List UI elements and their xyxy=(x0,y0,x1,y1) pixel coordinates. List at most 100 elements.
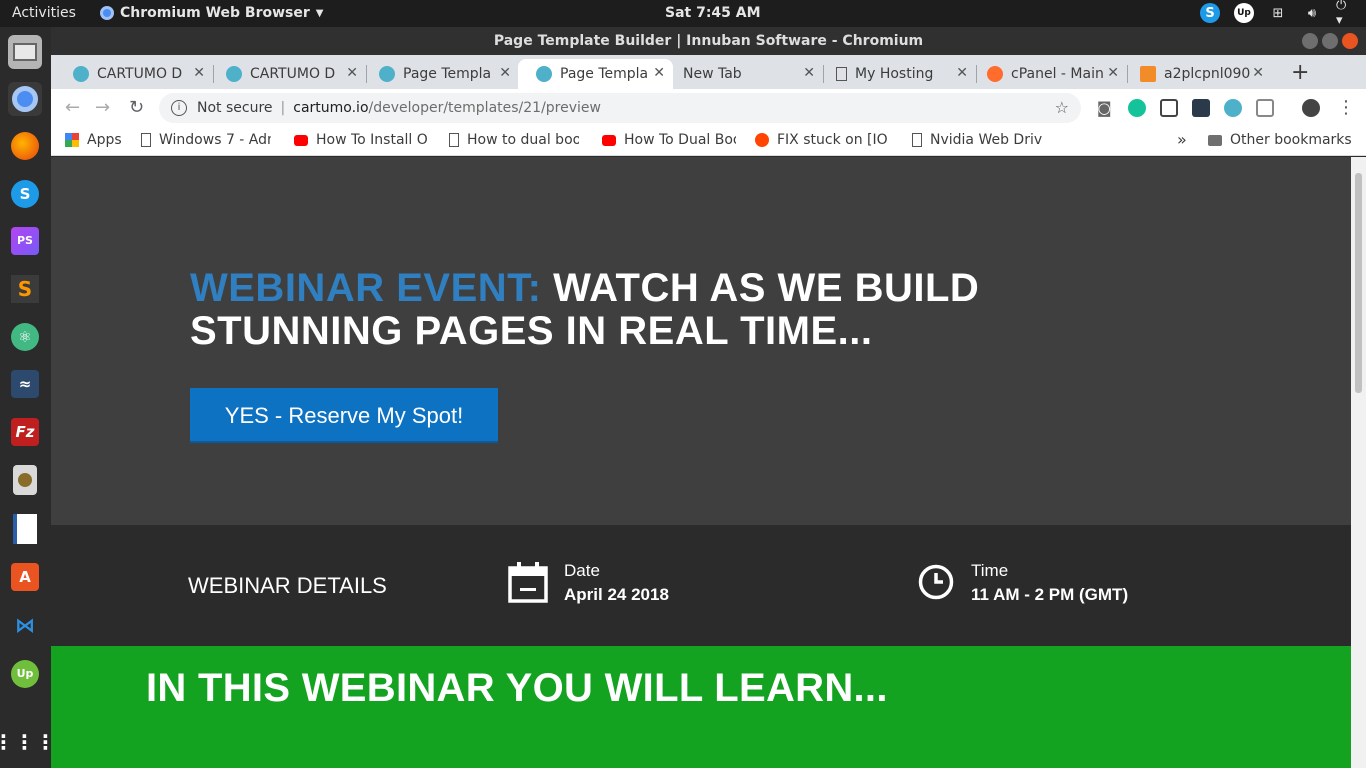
cartumo-favicon-icon xyxy=(226,66,242,82)
page-icon xyxy=(912,133,922,147)
menu-kebab-icon[interactable]: ⋮ xyxy=(1337,97,1355,118)
dock: S PS S ⚛ ≈ Fz A ⋈ Up ⋮⋮⋮ xyxy=(0,27,56,768)
cast-icon[interactable] xyxy=(1256,99,1274,117)
calendar-icon xyxy=(508,562,548,603)
hero-title-line2: STUNNING PAGES IN REAL TIME... xyxy=(190,309,873,353)
learn-heading: IN THIS WEBINAR YOU WILL LEARN... xyxy=(146,666,888,710)
grammarly-icon[interactable] xyxy=(1128,99,1146,117)
not-secure-label: Not secure xyxy=(197,100,273,116)
vscode-icon[interactable]: ⋈ xyxy=(8,608,42,642)
skype-icon[interactable]: S xyxy=(1200,3,1220,23)
tab-cartumo-1[interactable]: CARTUMO D ✕ xyxy=(55,59,213,89)
cartumo-favicon-icon xyxy=(73,66,89,82)
profile-avatar[interactable] xyxy=(1302,99,1320,117)
bookmark-item[interactable]: Windows 7 - Adm xyxy=(141,132,271,148)
close-icon[interactable]: ✕ xyxy=(193,65,205,81)
tab-my-hosting[interactable]: My Hosting ✕ xyxy=(818,59,976,89)
tab-page-template-1[interactable]: Page Templa ✕ xyxy=(361,59,519,89)
show-apps-icon[interactable]: ⋮⋮⋮ xyxy=(0,725,56,759)
close-icon[interactable]: ✕ xyxy=(803,65,815,81)
maximize-button[interactable] xyxy=(1322,33,1338,49)
extension-dark-icon[interactable] xyxy=(1192,99,1210,117)
bookmark-apps[interactable]: Apps xyxy=(65,132,122,148)
other-bookmarks[interactable]: Other bookmarks xyxy=(1208,132,1352,148)
apps-grid-icon xyxy=(65,133,79,147)
url-host: cartumo.io xyxy=(293,100,369,116)
firefox-icon[interactable] xyxy=(8,129,42,163)
date-text: Date April 24 2018 xyxy=(564,561,669,605)
atom-icon[interactable]: ⚛ xyxy=(8,320,42,354)
new-tab-plus-icon[interactable]: + xyxy=(1291,60,1309,85)
close-icon[interactable]: ✕ xyxy=(1107,65,1119,81)
time-info: Time 11 AM - 2 PM (GMT) xyxy=(917,561,1128,605)
omnibox-divider: | xyxy=(280,100,286,116)
close-icon[interactable]: ✕ xyxy=(346,65,358,81)
chromium-icon[interactable] xyxy=(8,82,42,116)
time-value: 11 AM - 2 PM (GMT) xyxy=(971,585,1129,604)
minimize-button[interactable] xyxy=(1302,33,1318,49)
bookmark-item[interactable]: How To Dual Boo xyxy=(602,132,736,148)
cpanel-icon xyxy=(987,66,1003,82)
close-window-button[interactable] xyxy=(1342,33,1358,49)
info-icon[interactable]: i xyxy=(171,100,187,116)
network-icon[interactable]: ⊞ xyxy=(1268,3,1288,23)
page-scrollbar[interactable] xyxy=(1351,157,1366,768)
chromium-icon xyxy=(100,6,114,20)
bookmark-item[interactable]: Nvidia Web Drive xyxy=(912,132,1042,148)
clock[interactable]: Sat 7:45 AM xyxy=(665,5,761,21)
app-menu[interactable]: Chromium Web Browser ▼ xyxy=(100,5,323,21)
cartumo-favicon-icon xyxy=(379,66,395,82)
window-title-bar[interactable]: Page Template Builder | Innuban Software… xyxy=(51,27,1366,55)
bookmarks-overflow[interactable]: » xyxy=(1177,130,1187,149)
cartumo-extension-icon[interactable] xyxy=(1224,99,1242,117)
close-icon[interactable]: ✕ xyxy=(1252,65,1264,81)
activities-button[interactable]: Activities xyxy=(12,5,76,21)
upwork-icon[interactable]: Up xyxy=(8,657,42,691)
youtube-icon xyxy=(602,134,616,146)
libreoffice-writer-icon[interactable] xyxy=(8,512,42,546)
youtube-icon xyxy=(294,134,308,146)
close-icon[interactable]: ✕ xyxy=(956,65,968,81)
bookmark-star-icon[interactable]: ☆ xyxy=(1055,98,1069,117)
power-icon[interactable]: ⏻ ▾ xyxy=(1336,0,1356,28)
forward-arrow-icon[interactable]: → xyxy=(95,97,110,118)
reserve-spot-button[interactable]: YES - Reserve My Spot! xyxy=(190,388,498,443)
tab-new-tab[interactable]: New Tab ✕ xyxy=(665,59,823,89)
skype-icon[interactable]: S xyxy=(8,177,42,211)
filezilla-icon[interactable]: Fz xyxy=(8,415,42,449)
webinar-details-section: WEBINAR DETAILS Date April 24 2018 Time … xyxy=(51,525,1351,646)
browser-toolbar: ← → ↻ i Not secure | cartumo.io/develope… xyxy=(51,89,1366,127)
screenshot-icon[interactable] xyxy=(1160,99,1178,117)
bookmark-item[interactable]: How to dual boo xyxy=(449,132,579,148)
window-title: Page Template Builder | Innuban Software… xyxy=(493,33,924,49)
close-icon[interactable]: ✕ xyxy=(653,65,665,81)
bookmark-item[interactable]: How To Install O xyxy=(294,132,428,148)
sublime-icon[interactable]: S xyxy=(8,272,42,306)
scrollbar-thumb[interactable] xyxy=(1355,173,1362,393)
phpstorm-icon[interactable]: PS xyxy=(8,224,42,258)
tab-cartumo-2[interactable]: CARTUMO D ✕ xyxy=(208,59,366,89)
time-label: Time xyxy=(971,561,1009,580)
folder-icon xyxy=(1208,134,1222,146)
gnome-top-bar: Activities Chromium Web Browser ▼ Sat 7:… xyxy=(0,0,1366,28)
bookmarks-bar: Apps Windows 7 - Adm How To Install O Ho… xyxy=(51,127,1366,156)
reddit-icon xyxy=(755,133,769,147)
address-bar[interactable]: i Not secure | cartumo.io/developer/temp… xyxy=(159,93,1081,123)
tab-cpanel[interactable]: cPanel - Main ✕ xyxy=(969,59,1127,89)
upwork-icon[interactable]: Up xyxy=(1234,3,1254,23)
tab-page-template-active[interactable]: Page Templa ✕ xyxy=(518,59,673,89)
time-text: Time 11 AM - 2 PM (GMT) xyxy=(971,561,1128,605)
camera-icon[interactable]: ◙ xyxy=(1097,99,1115,117)
tab-strip: CARTUMO D ✕ CARTUMO D ✕ Page Templa ✕ Pa… xyxy=(51,55,1366,89)
close-icon[interactable]: ✕ xyxy=(499,65,511,81)
bookmark-item[interactable]: FIX stuck on [IOE xyxy=(755,132,889,148)
mysql-workbench-icon[interactable]: ≈ xyxy=(8,367,42,401)
tab-a2plcpnl[interactable]: a2plcpnl090 ✕ xyxy=(1122,59,1272,89)
volume-icon[interactable]: 🔊︎ xyxy=(1302,3,1322,23)
back-arrow-icon[interactable]: ← xyxy=(65,97,80,118)
reload-icon[interactable]: ↻ xyxy=(129,97,144,118)
software-center-icon[interactable]: A xyxy=(8,560,42,594)
url-path: /developer/templates/21/preview xyxy=(368,100,601,116)
disk-icon[interactable] xyxy=(8,463,42,497)
files-icon[interactable] xyxy=(8,35,42,69)
